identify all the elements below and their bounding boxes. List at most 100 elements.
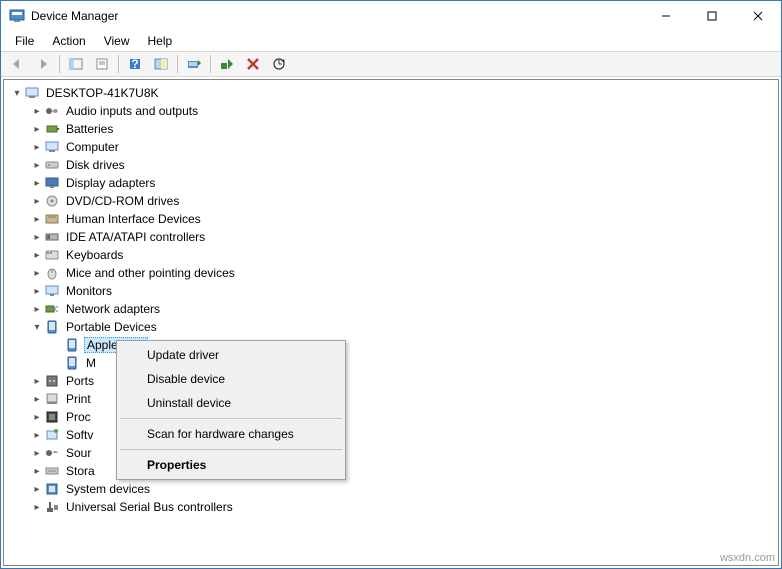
tree-category[interactable]: ▸ DVD/CD-ROM drives (28, 192, 774, 210)
tree-category-label: Portable Devices (64, 320, 159, 334)
uninstall-button[interactable] (241, 53, 265, 75)
tree-category-label: Keyboards (64, 248, 125, 262)
expand-icon[interactable]: ▸ (30, 500, 44, 514)
expand-icon[interactable]: ▸ (30, 374, 44, 388)
expand-icon[interactable]: ▸ (30, 248, 44, 262)
back-button[interactable] (5, 53, 29, 75)
tree-category-label: IDE ATA/ATAPI controllers (64, 230, 207, 244)
tree-category-label: Display adapters (64, 176, 157, 190)
tree-category[interactable]: ▸ Network adapters (28, 300, 774, 318)
forward-button[interactable] (31, 53, 55, 75)
tree-category-label: DVD/CD-ROM drives (64, 194, 181, 208)
expand-icon[interactable]: ▸ (30, 446, 44, 460)
expand-icon[interactable]: ▸ (30, 482, 44, 496)
enable-button[interactable] (215, 53, 239, 75)
device-category-icon (44, 139, 60, 155)
expand-icon[interactable]: ▸ (30, 302, 44, 316)
tree-category-label: Human Interface Devices (64, 212, 203, 226)
expand-icon[interactable]: ▸ (30, 392, 44, 406)
minimize-button[interactable] (643, 1, 689, 31)
tree-root-label: DESKTOP-41K7U8K (44, 86, 161, 100)
tree-category-label: Disk drives (64, 158, 127, 172)
expand-icon[interactable]: ▸ (30, 140, 44, 154)
expand-icon[interactable]: ▸ (30, 284, 44, 298)
cm-scan-hardware[interactable]: Scan for hardware changes (119, 422, 343, 446)
device-category-icon (44, 445, 60, 461)
menu-action[interactable]: Action (44, 32, 93, 50)
update-driver-button[interactable] (267, 53, 291, 75)
tree-category-label: System devices (64, 482, 152, 496)
toolbar-icon[interactable] (149, 53, 173, 75)
tree-category[interactable]: ▸ Display adapters (28, 174, 774, 192)
menu-view[interactable]: View (96, 32, 138, 50)
close-button[interactable] (735, 1, 781, 31)
expand-icon[interactable]: ▸ (30, 158, 44, 172)
scan-hardware-button[interactable] (182, 53, 206, 75)
device-icon (64, 337, 80, 353)
device-category-icon (44, 319, 60, 335)
cm-update-driver[interactable]: Update driver (119, 343, 343, 367)
cm-properties[interactable]: Properties (119, 453, 343, 477)
tree-category[interactable]: ▸ Disk drives (28, 156, 774, 174)
tree-category[interactable]: ▸Computer (28, 138, 774, 156)
menu-file[interactable]: File (7, 32, 42, 50)
cm-separator (120, 418, 342, 419)
tree-category[interactable]: ▾ Portable Devices (28, 318, 774, 336)
device-category-icon (44, 103, 60, 119)
device-category-icon (44, 463, 60, 479)
context-menu: Update driver Disable device Uninstall d… (116, 340, 346, 480)
properties-button[interactable] (90, 53, 114, 75)
expand-icon[interactable]: ▸ (30, 212, 44, 226)
tree-category-label: Softv (64, 428, 95, 442)
tree-category-label: Monitors (64, 284, 114, 298)
expand-icon[interactable]: ▸ (30, 176, 44, 190)
tree-category-label: Ports (64, 374, 96, 388)
expand-icon[interactable]: ▸ (30, 464, 44, 478)
app-icon (9, 8, 25, 24)
menu-help[interactable]: Help (140, 32, 181, 50)
window-frame: Device Manager File Action View Help ? (0, 0, 782, 569)
device-category-icon (44, 499, 60, 515)
tree-category[interactable]: ▸ Human Interface Devices (28, 210, 774, 228)
cm-disable-device[interactable]: Disable device (119, 367, 343, 391)
collapse-icon[interactable]: ▾ (30, 320, 44, 334)
expand-icon[interactable]: ▸ (30, 194, 44, 208)
tree-category-label: Network adapters (64, 302, 162, 316)
device-category-icon (44, 283, 60, 299)
tree-category[interactable]: ▸ System devices (28, 480, 774, 498)
expand-icon[interactable]: ▸ (30, 122, 44, 136)
device-tree-pane[interactable]: ▾ DESKTOP-41K7U8K ▸ Audio inputs and outp… (3, 79, 779, 566)
device-category-icon (44, 193, 60, 209)
device-category-icon (44, 391, 60, 407)
tree-category[interactable]: ▸ Universal Serial Bus controllers (28, 498, 774, 516)
tree-category[interactable]: ▸ Monitors (28, 282, 774, 300)
help-button[interactable]: ? (123, 53, 147, 75)
tree-category[interactable]: ▸ Keyboards (28, 246, 774, 264)
menubar: File Action View Help (1, 31, 781, 51)
computer-icon (24, 85, 40, 101)
cm-uninstall-device[interactable]: Uninstall device (119, 391, 343, 415)
expand-icon[interactable]: ▸ (30, 230, 44, 244)
tree-root[interactable]: ▾ DESKTOP-41K7U8K (8, 84, 774, 102)
tree-category[interactable]: ▸Mice and other pointing devices (28, 264, 774, 282)
device-category-icon (44, 157, 60, 173)
toolbar-separator (177, 55, 178, 73)
device-category-icon (44, 211, 60, 227)
expand-icon[interactable]: ▸ (30, 428, 44, 442)
tree-category-label: Universal Serial Bus controllers (64, 500, 235, 514)
expand-icon[interactable]: ▸ (30, 104, 44, 118)
tree-category[interactable]: ▸Batteries (28, 120, 774, 138)
device-category-icon (44, 427, 60, 443)
device-category-icon (44, 247, 60, 263)
maximize-button[interactable] (689, 1, 735, 31)
tree-category-label: Audio inputs and outputs (64, 104, 200, 118)
show-hide-tree-button[interactable] (64, 53, 88, 75)
tree-category[interactable]: ▸ Audio inputs and outputs (28, 102, 774, 120)
tree-category[interactable]: ▸ IDE ATA/ATAPI controllers (28, 228, 774, 246)
collapse-icon[interactable]: ▾ (10, 86, 24, 100)
cm-separator (120, 449, 342, 450)
watermark: wsxdn.com (720, 552, 775, 564)
expand-icon[interactable]: ▸ (30, 266, 44, 280)
device-category-icon (44, 373, 60, 389)
expand-icon[interactable]: ▸ (30, 410, 44, 424)
